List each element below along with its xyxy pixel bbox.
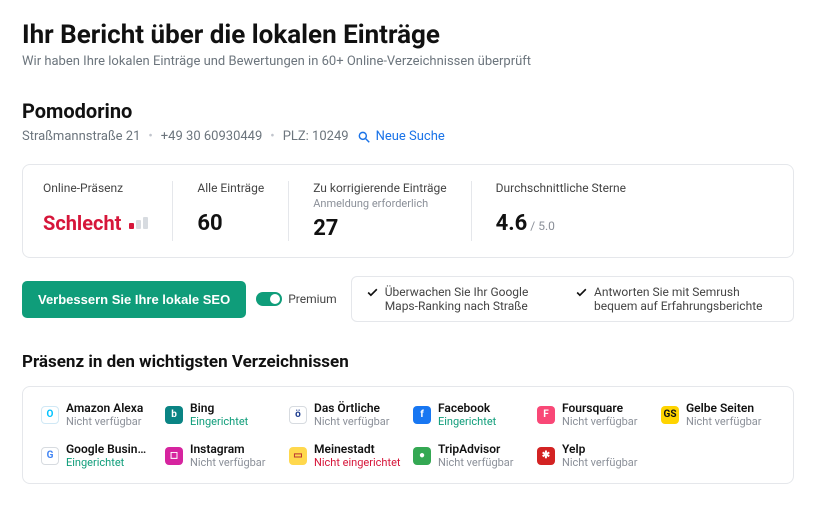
stat-presence-label: Online-Präsenz [43,181,148,195]
directory-icon: G [41,447,59,465]
stats-card: Online-Präsenz Schlecht Alle Einträge 60… [22,164,794,258]
stat-rating-max: / 5.0 [527,219,555,233]
directory-name: Meinestadt [314,442,401,456]
business-name: Pomodorino [22,99,794,123]
directory-item[interactable]: G Google Busin…Eingerichtet [41,442,155,469]
directory-name: Facebook [438,401,496,415]
premium-toggle[interactable]: Premium [256,292,336,306]
directory-name: Instagram [190,442,266,456]
directory-icon: ✱ [537,447,555,465]
directory-item[interactable]: ▭ MeinestadtNicht eingerichtet [289,442,403,469]
directory-item[interactable]: ● TripAdvisorNicht verfügbar [413,442,527,469]
directories-title: Präsenz in den wichtigsten Verzeichnisse… [22,352,794,372]
signal-bars-icon [129,217,148,229]
premium-label: Premium [288,292,336,306]
stat-fix-label: Zu korrigierende Einträge [313,181,446,195]
directories-card: OAmazon AlexaNicht verfügbarbBingEingeri… [22,386,794,484]
business-zip: PLZ: 10249 [283,129,349,144]
directory-name: Google Busin… [66,442,146,456]
business-phone: +49 30 60930449 [161,129,263,144]
directory-status: Nicht verfügbar [314,415,390,428]
benefit-2: Antworten Sie mit Semrush bequem auf Erf… [575,285,779,313]
stat-all: Alle Einträge 60 [197,181,289,241]
stat-all-label: Alle Einträge [197,181,264,195]
stat-fix-sublabel: Anmeldung erforderlich [313,197,446,210]
directory-status: Eingerichtet [438,415,496,428]
directory-item[interactable]: ✱ YelpNicht verfügbar [537,442,651,469]
directory-icon: f [413,406,431,424]
directory-item[interactable]: O Amazon AlexaNicht verfügbar [41,401,155,428]
directory-name: Foursquare [562,401,638,415]
check-icon [366,286,379,299]
new-search-label: Neue Suche [376,129,445,144]
directory-status: Eingerichtet [190,415,248,428]
cta-row: Verbessern Sie Ihre lokale SEO Premium Ü… [22,276,794,322]
new-search-link[interactable]: Neue Suche [357,129,445,144]
stat-rating-value: 4.6 [496,211,528,236]
stat-all-value: 60 [197,211,264,236]
directory-status: Nicht verfügbar [66,415,143,428]
directory-name: Bing [190,401,248,415]
directory-status: Nicht verfügbar [562,415,638,428]
directory-item[interactable]: ö Das ÖrtlicheNicht verfügbar [289,401,403,428]
stat-fix-value: 27 [313,216,446,241]
directory-icon: GS [661,406,679,424]
stat-rating-label: Durchschnittliche Sterne [496,181,626,195]
directory-icon: O [41,406,59,424]
benefits-box: Überwachen Sie Ihr Google Maps-Ranking n… [351,276,794,322]
stat-fix: Zu korrigierende Einträge Anmeldung erfo… [313,181,471,241]
directory-status: Nicht verfügbar [686,415,762,428]
directory-icon: ▭ [289,447,307,465]
benefit-1: Überwachen Sie Ihr Google Maps-Ranking n… [366,285,553,313]
check-icon [575,286,588,299]
directory-status: Eingerichtet [66,456,146,469]
business-meta: Straßmannstraße 21 • +49 30 60930449 • P… [22,129,794,144]
directory-item[interactable]: F FoursquareNicht verfügbar [537,401,651,428]
directory-name: Amazon Alexa [66,401,143,415]
stat-presence: Online-Präsenz Schlecht [43,181,173,241]
directory-name: Gelbe Seiten [686,401,762,415]
search-icon [357,130,371,144]
toggle-icon [256,292,282,306]
stat-rating: Durchschnittliche Sterne 4.6 / 5.0 [496,181,626,241]
directory-name: TripAdvisor [438,442,514,456]
improve-seo-button[interactable]: Verbessern Sie Ihre lokale SEO [22,281,246,318]
directory-status: Nicht verfügbar [562,456,638,469]
business-address: Straßmannstraße 21 [22,129,140,144]
directory-item[interactable]: GS Gelbe SeitenNicht verfügbar [661,401,775,428]
directory-icon: ö [289,406,307,424]
directory-icon: ◻ [165,447,183,465]
directory-icon: ● [413,447,431,465]
directory-name: Yelp [562,442,638,456]
directory-item[interactable]: ◻ InstagramNicht verfügbar [165,442,279,469]
directory-icon: F [537,406,555,424]
page-title: Ihr Bericht über die lokalen Einträge [22,20,794,50]
directory-status: Nicht verfügbar [190,456,266,469]
directory-name: Das Örtliche [314,401,390,415]
directory-icon: b [165,406,183,424]
directory-status: Nicht eingerichtet [314,456,401,469]
directory-item[interactable]: f FacebookEingerichtet [413,401,527,428]
directory-item[interactable]: b BingEingerichtet [165,401,279,428]
directory-status: Nicht verfügbar [438,456,514,469]
page-subtitle: Wir haben Ihre lokalen Einträge und Bewe… [22,54,794,69]
stat-presence-value: Schlecht [43,211,121,235]
